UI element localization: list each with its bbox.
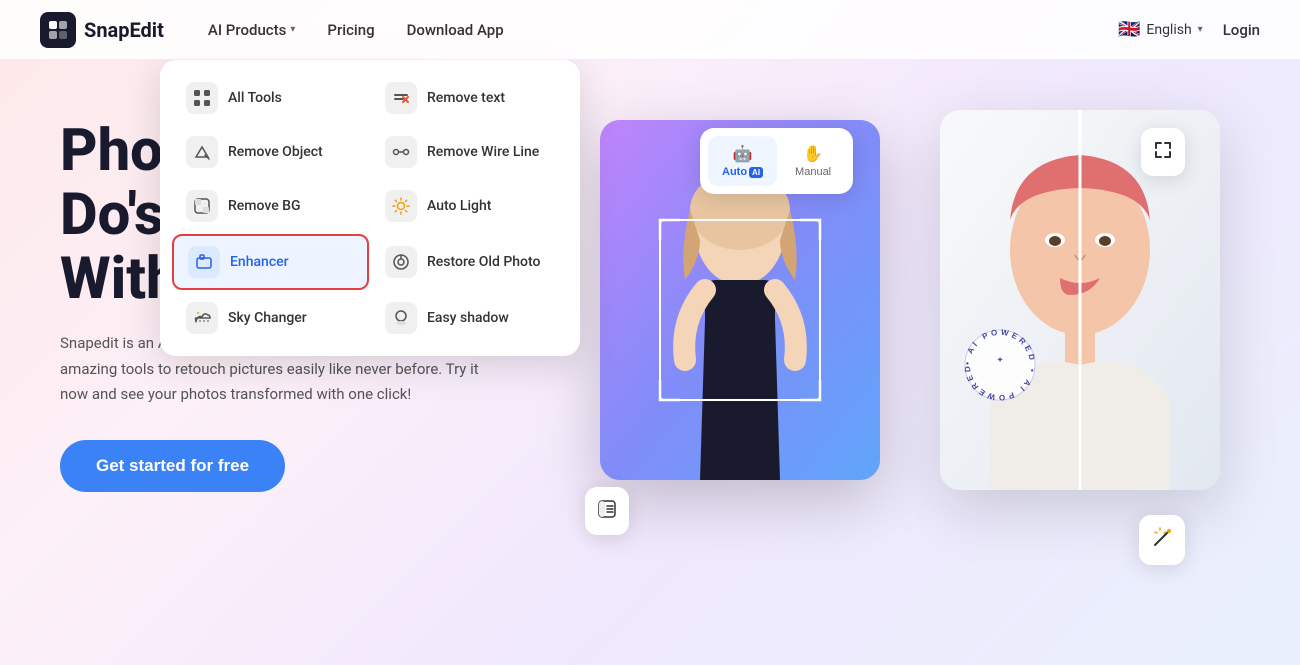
dropdown-menu: All Tools Remove text Remove Object [160, 60, 580, 356]
language-chevron-icon: ▾ [1198, 24, 1203, 35]
remove-wire-line-icon [385, 136, 417, 168]
menu-item-easy-shadow[interactable]: Easy shadow [371, 292, 568, 344]
hero-right: 🤖 Auto AI ✋ Manual [580, 100, 1240, 665]
restore-old-photo-icon [385, 246, 417, 278]
auto-manual-card: 🤖 Auto AI ✋ Manual [700, 128, 853, 194]
remove-object-icon [186, 136, 218, 168]
magic-wand-card[interactable] [1139, 515, 1185, 565]
easy-shadow-icon [385, 302, 417, 334]
navbar: SnapEdit AI Products ▾ Pricing Download … [0, 0, 1300, 60]
logo-icon [40, 12, 76, 48]
nav-item-pricing[interactable]: Pricing [313, 13, 388, 47]
sky-changer-icon [186, 302, 218, 334]
remove-text-icon [385, 82, 417, 114]
nav-item-ai-products[interactable]: AI Products ▾ [194, 13, 310, 47]
menu-item-remove-object[interactable]: Remove Object [172, 126, 369, 178]
logo-text: SnapEdit [84, 18, 164, 42]
menu-item-remove-text[interactable]: Remove text [371, 72, 568, 124]
nav-items: AI Products ▾ Pricing Download App [194, 13, 1118, 47]
flag-icon: 🇬🇧 [1118, 19, 1140, 40]
enhancer-icon [188, 246, 220, 278]
remove-bg-icon [186, 190, 218, 222]
sidebar-toggle-card[interactable] [585, 487, 629, 535]
menu-item-remove-bg[interactable]: Remove BG [172, 180, 369, 232]
login-button[interactable]: Login [1223, 21, 1260, 39]
auto-button[interactable]: 🤖 Auto AI [708, 136, 777, 186]
logo[interactable]: SnapEdit [40, 12, 164, 48]
nav-item-download-app[interactable]: Download App [393, 13, 518, 47]
menu-item-remove-wire-line[interactable]: Remove Wire Line [371, 126, 568, 178]
all-tools-icon [186, 82, 218, 114]
menu-item-all-tools[interactable]: All Tools [172, 72, 369, 124]
nav-right: 🇬🇧 English ▾ Login [1118, 19, 1260, 40]
svg-text:✦: ✦ [997, 356, 1003, 364]
language-label: English [1146, 22, 1191, 38]
get-started-button[interactable]: Get started for free [60, 440, 285, 492]
language-selector[interactable]: 🇬🇧 English ▾ [1118, 19, 1203, 40]
ai-powered-badge: • AI POWERED • AI POWERED • ✦ [955, 320, 1045, 414]
manual-button[interactable]: ✋ Manual [781, 136, 845, 186]
menu-item-enhancer[interactable]: Enhancer [172, 234, 369, 290]
menu-item-auto-light[interactable]: Auto Light [371, 180, 568, 232]
chevron-down-icon: ▾ [290, 24, 295, 35]
auto-light-icon [385, 190, 417, 222]
menu-item-sky-changer[interactable]: Sky Changer [172, 292, 369, 344]
menu-item-restore-old-photo[interactable]: Restore Old Photo [371, 234, 568, 290]
expand-button-card[interactable] [1141, 128, 1185, 176]
